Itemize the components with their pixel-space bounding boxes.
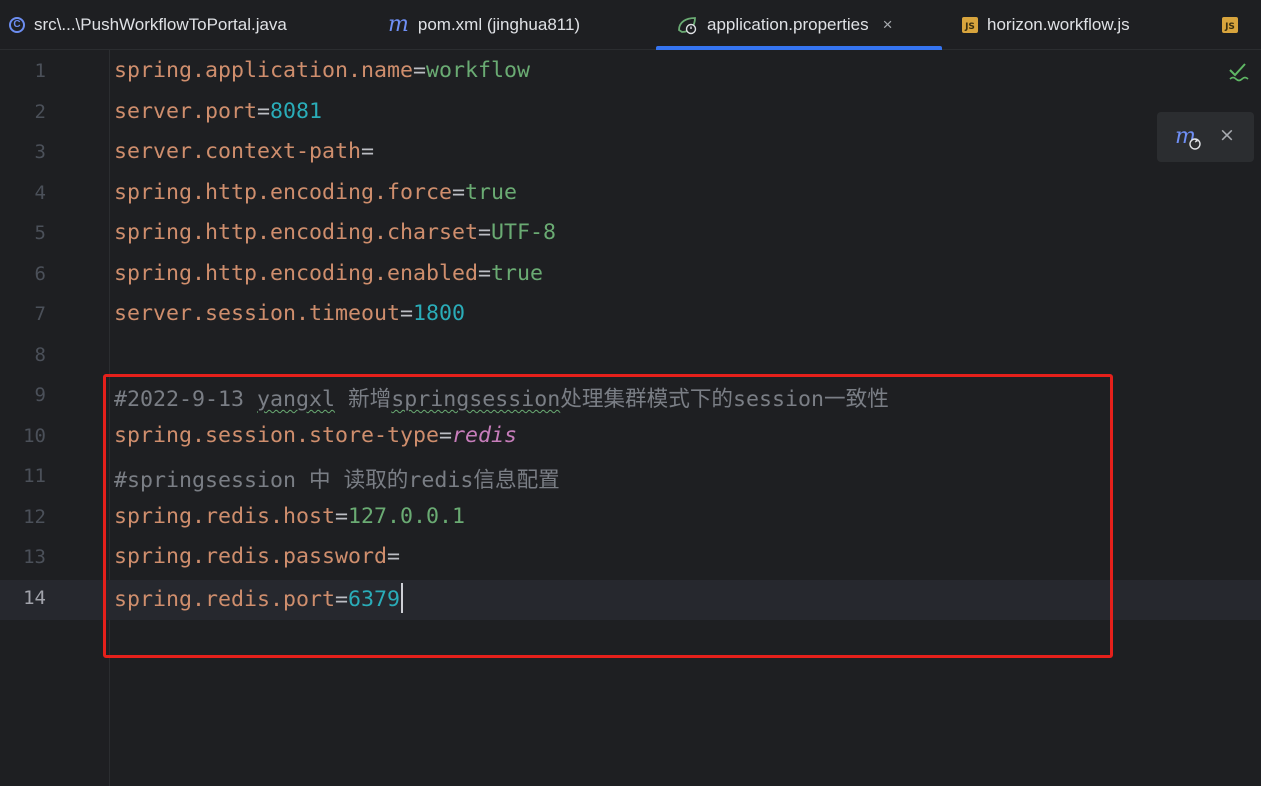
equals-sign: = <box>452 179 466 205</box>
tab-horizon-workflow-js[interactable]: JS horizon.workflow.js <box>962 0 1130 49</box>
code-text: spring.application.name=workflow <box>114 58 530 83</box>
inspection-ok-icon[interactable] <box>1227 60 1251 84</box>
equals-sign: = <box>478 220 492 245</box>
line-number: 6 <box>34 262 46 285</box>
code-line[interactable]: 6 spring.http.encoding.enabled=true <box>0 256 1261 296</box>
code-text: spring.http.encoding.force=true <box>114 180 517 205</box>
property-key: server.context-path <box>114 139 362 164</box>
maven-reload-icon[interactable]: m <box>1175 124 1203 155</box>
property-key: spring.http.encoding.force <box>114 179 453 205</box>
code-text: server.context-path= <box>114 139 374 164</box>
code-line[interactable]: 2 server.port=8081 <box>0 94 1261 134</box>
highlight-annotation-box <box>103 374 1113 658</box>
property-value: true <box>491 260 544 286</box>
property-value: 1800 <box>413 301 466 326</box>
code-text: spring.http.encoding.enabled=true <box>114 261 543 286</box>
code-line[interactable]: 3 server.context-path= <box>0 134 1261 174</box>
editor-tab-bar: C src\...\PushWorkflowToPortal.java m po… <box>0 0 1261 50</box>
code-text: server.session.timeout=1800 <box>114 301 465 326</box>
property-value: 8081 <box>270 98 323 124</box>
property-value: true <box>465 179 518 205</box>
line-number: 7 <box>34 303 46 325</box>
tab-pushworkflowtoportal[interactable]: C src\...\PushWorkflowToPortal.java <box>9 0 287 49</box>
line-number: 12 <box>23 505 46 528</box>
tab-label: application.properties <box>707 14 869 34</box>
equals-sign: = <box>478 260 492 286</box>
code-text: server.port=8081 <box>114 99 322 124</box>
code-line[interactable]: 7 server.session.timeout=1800 <box>0 296 1261 336</box>
line-number: 5 <box>34 222 46 244</box>
line-number: 2 <box>34 100 46 123</box>
property-key: server.session.timeout <box>114 301 401 326</box>
code-line[interactable]: 4 spring.http.encoding.force=true <box>0 175 1261 215</box>
spring-properties-icon <box>676 15 698 35</box>
tab-label: horizon.workflow.js <box>987 14 1130 34</box>
property-value: workflow <box>426 58 531 83</box>
property-key: server.port <box>114 98 258 124</box>
property-key: spring.http.encoding.charset <box>114 220 479 245</box>
tab-label: pom.xml (jinghua811) <box>417 14 581 34</box>
code-line[interactable]: 8 <box>0 337 1261 377</box>
java-class-icon: C <box>9 16 25 33</box>
tab-pom-xml[interactable]: m pom.xml (jinghua811) <box>388 0 580 49</box>
line-number: 8 <box>34 343 46 366</box>
tab-label: src\...\PushWorkflowToPortal.java <box>34 14 287 34</box>
close-icon[interactable]: × <box>883 15 893 35</box>
equals-sign: = <box>413 58 427 83</box>
equals-sign: = <box>257 98 271 124</box>
equals-sign: = <box>400 301 414 326</box>
maven-reload-popup: m × <box>1157 112 1254 162</box>
maven-icon: m <box>388 11 409 37</box>
equals-sign: = <box>361 139 375 164</box>
line-number: 14 <box>23 586 46 609</box>
tab-application-properties[interactable]: application.properties × <box>656 0 942 50</box>
property-key: spring.application.name <box>114 58 414 83</box>
code-line[interactable]: 1 spring.application.name=workflow <box>0 53 1261 93</box>
javascript-icon: JS <box>962 16 978 33</box>
line-number: 11 <box>23 465 46 487</box>
line-number: 9 <box>34 384 46 406</box>
javascript-icon: JS <box>1222 16 1238 33</box>
tab-overflow-js[interactable]: JS <box>1222 0 1247 49</box>
close-icon[interactable]: × <box>1219 124 1235 146</box>
line-number: 3 <box>34 141 46 163</box>
property-key: spring.http.encoding.enabled <box>114 260 479 286</box>
property-value: UTF-8 <box>491 220 557 245</box>
line-number: 10 <box>23 424 46 447</box>
line-number: 13 <box>23 546 46 568</box>
code-line[interactable]: 5 spring.http.encoding.charset=UTF-8 <box>0 215 1261 255</box>
line-number: 1 <box>34 60 46 82</box>
code-text: spring.http.encoding.charset=UTF-8 <box>114 220 556 245</box>
line-number: 4 <box>34 181 46 204</box>
